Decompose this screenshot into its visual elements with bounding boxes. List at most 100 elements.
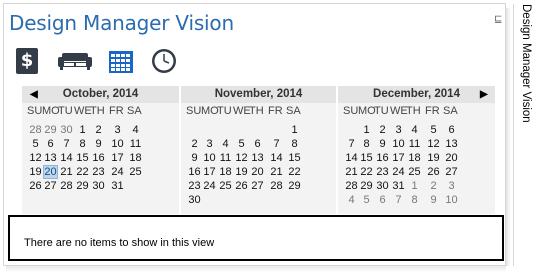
calendar-day[interactable]: 3: [202, 137, 217, 151]
calendar-day[interactable]: 10: [110, 137, 125, 151]
calendar-day[interactable]: 22: [359, 165, 374, 179]
calendar-day[interactable]: 2: [375, 123, 390, 137]
calendar-day[interactable]: 30: [91, 179, 106, 193]
calendar-day[interactable]: 18: [407, 151, 422, 165]
calendar-day[interactable]: 6: [250, 137, 265, 151]
calendar-day[interactable]: 24: [391, 165, 406, 179]
calendar-day[interactable]: 7: [269, 137, 284, 151]
calendar-day[interactable]: 11: [218, 151, 233, 165]
calendar-day[interactable]: 24: [110, 165, 125, 179]
calendar-day[interactable]: 8: [75, 137, 90, 151]
calendar-day[interactable]: 2: [426, 179, 441, 193]
calendar-day[interactable]: 23: [91, 165, 106, 179]
calendar-day[interactable]: 12: [28, 151, 43, 165]
calendar-day[interactable]: 2: [187, 137, 202, 151]
calendar-day[interactable]: 14: [269, 151, 284, 165]
calendar-day[interactable]: 29: [75, 179, 90, 193]
calendar-day[interactable]: 21: [344, 165, 359, 179]
calendar-day[interactable]: 5: [426, 123, 441, 137]
calendar-day[interactable]: 25: [128, 165, 143, 179]
calendar-day[interactable]: 4: [218, 137, 233, 151]
calendar-day[interactable]: 6: [444, 123, 459, 137]
calendar-day[interactable]: 30: [187, 193, 202, 207]
calendar-day[interactable]: 23: [375, 165, 390, 179]
calendar-grid-icon[interactable]: [109, 51, 133, 73]
calendar-day[interactable]: 17: [202, 165, 217, 179]
calendar-day[interactable]: 5: [28, 137, 43, 151]
calendar-day[interactable]: 14: [344, 151, 359, 165]
dollar-icon[interactable]: $: [16, 48, 38, 74]
calendar-day[interactable]: 2: [91, 123, 106, 137]
calendar-day[interactable]: 7: [59, 137, 74, 151]
calendar-day[interactable]: 30: [375, 179, 390, 193]
calendar-day[interactable]: 20: [43, 165, 58, 179]
calendar-day[interactable]: 4: [407, 123, 422, 137]
calendar-day[interactable]: 9: [187, 151, 202, 165]
calendar-day[interactable]: 29: [359, 179, 374, 193]
calendar-day[interactable]: 22: [287, 165, 302, 179]
calendar-day[interactable]: 27: [43, 179, 58, 193]
calendar-day[interactable]: 28: [28, 123, 43, 137]
calendar-day[interactable]: 31: [391, 179, 406, 193]
calendar-day[interactable]: 20: [250, 165, 265, 179]
calendar-day[interactable]: 17: [110, 151, 125, 165]
calendar-day[interactable]: 17: [391, 151, 406, 165]
calendar-day[interactable]: 26: [234, 179, 249, 193]
calendar-day[interactable]: 29: [287, 179, 302, 193]
calendar-day[interactable]: 16: [91, 151, 106, 165]
calendar-day[interactable]: 11: [128, 137, 143, 151]
calendar-day[interactable]: 1: [287, 123, 302, 137]
calendar-day[interactable]: 15: [287, 151, 302, 165]
calendar-day[interactable]: 30: [59, 123, 74, 137]
calendar-day[interactable]: 13: [444, 137, 459, 151]
calendar-day[interactable]: 28: [59, 179, 74, 193]
prev-month-arrow[interactable]: ◀: [30, 86, 38, 103]
calendar-day[interactable]: 22: [75, 165, 90, 179]
calendar-day[interactable]: 20: [444, 151, 459, 165]
calendar-day[interactable]: 9: [426, 193, 441, 207]
calendar-day[interactable]: 3: [110, 123, 125, 137]
calendar-day[interactable]: 29: [43, 123, 58, 137]
calendar-day[interactable]: 1: [75, 123, 90, 137]
clock-icon[interactable]: [151, 48, 177, 74]
calendar-day[interactable]: 28: [344, 179, 359, 193]
calendar-day[interactable]: 10: [391, 137, 406, 151]
calendar-day[interactable]: 27: [444, 165, 459, 179]
calendar-day[interactable]: 25: [218, 179, 233, 193]
calendar-day[interactable]: 9: [375, 137, 390, 151]
calendar-day[interactable]: 13: [250, 151, 265, 165]
calendar-day[interactable]: 8: [407, 193, 422, 207]
calendar-day[interactable]: 26: [28, 179, 43, 193]
calendar-day[interactable]: 12: [234, 151, 249, 165]
calendar-day[interactable]: 8: [287, 137, 302, 151]
calendar-day[interactable]: 19: [234, 165, 249, 179]
calendar-day[interactable]: 18: [128, 151, 143, 165]
pin-icon[interactable]: ⊑: [494, 14, 502, 25]
calendar-day[interactable]: 1: [407, 179, 422, 193]
calendar-day[interactable]: 16: [187, 165, 202, 179]
calendar-day[interactable]: 9: [91, 137, 106, 151]
next-month-arrow[interactable]: ▶: [480, 86, 488, 103]
calendar-day[interactable]: 3: [444, 179, 459, 193]
calendar-day[interactable]: 12: [426, 137, 441, 151]
calendar-day[interactable]: 3: [391, 123, 406, 137]
calendar-day[interactable]: 4: [344, 193, 359, 207]
calendar-day[interactable]: 8: [359, 137, 374, 151]
calendar-day[interactable]: 4: [128, 123, 143, 137]
calendar-day[interactable]: 19: [28, 165, 43, 179]
calendar-day[interactable]: 13: [43, 151, 58, 165]
sofa-icon[interactable]: [58, 52, 92, 70]
calendar-day[interactable]: 1: [359, 123, 374, 137]
calendar-day[interactable]: 18: [218, 165, 233, 179]
calendar-day[interactable]: 23: [187, 179, 202, 193]
calendar-day[interactable]: 7: [344, 137, 359, 151]
calendar-day[interactable]: 15: [359, 151, 374, 165]
calendar-day[interactable]: 6: [375, 193, 390, 207]
calendar-day[interactable]: 19: [426, 151, 441, 165]
calendar-day[interactable]: 24: [202, 179, 217, 193]
calendar-day[interactable]: 28: [269, 179, 284, 193]
calendar-day[interactable]: 26: [426, 165, 441, 179]
calendar-day[interactable]: 27: [250, 179, 265, 193]
calendar-day[interactable]: 31: [110, 179, 125, 193]
calendar-day[interactable]: 6: [43, 137, 58, 151]
